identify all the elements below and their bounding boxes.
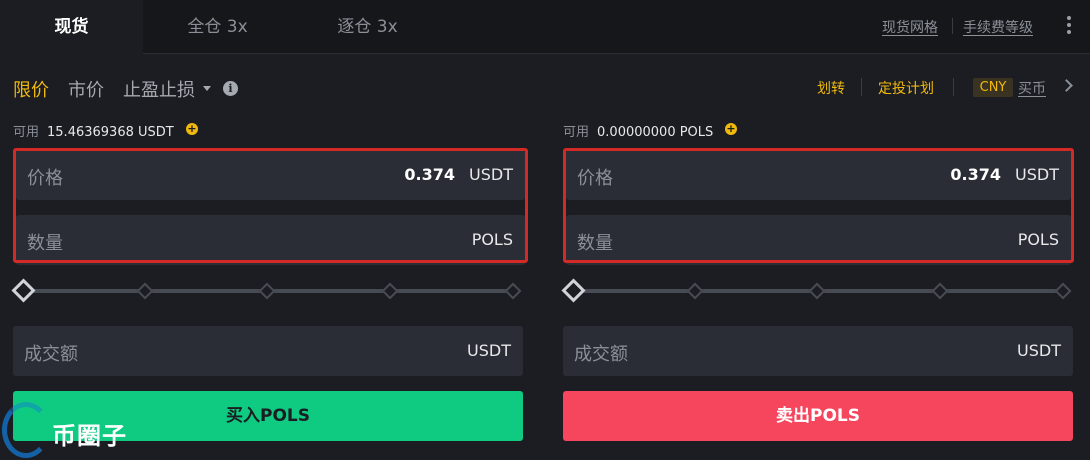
- divider: [953, 78, 954, 96]
- plus-icon[interactable]: +: [186, 123, 198, 135]
- watermark-text: 币圈子: [52, 422, 127, 450]
- price-value: 0.374: [950, 165, 1001, 184]
- buy-crypto-link[interactable]: 买币: [1018, 78, 1046, 98]
- amount-label: 数量: [577, 233, 613, 254]
- order-type-market[interactable]: 市价: [68, 76, 104, 102]
- total-label: 成交额: [574, 344, 628, 365]
- sell-price-input[interactable]: 价格 0.374 USDT: [566, 150, 1071, 200]
- sell-available: 可用 0.00000000 POLS: [563, 121, 713, 140]
- buy-available: 可用 15.46369368 USDT: [13, 121, 174, 140]
- spot-grid-link[interactable]: 现货网格: [882, 17, 938, 37]
- order-type-limit[interactable]: 限价: [13, 76, 49, 102]
- slider-stop-75[interactable]: [381, 282, 399, 300]
- divider: [952, 18, 953, 34]
- chevron-right-icon[interactable]: [1060, 79, 1073, 92]
- sell-total-input[interactable]: 成交额 USDT: [563, 326, 1073, 376]
- watermark-logo: 币圈子: [0, 400, 160, 460]
- slider-stop-50[interactable]: [808, 282, 826, 300]
- slider-stop-100[interactable]: [1054, 282, 1072, 300]
- price-label: 价格: [577, 168, 613, 189]
- more-vertical-icon[interactable]: [1062, 14, 1076, 38]
- tab-spot[interactable]: 现货: [0, 0, 143, 55]
- buy-amount-input[interactable]: 数量 POLS: [16, 215, 525, 265]
- spot-trade-panel: 现货 全仓 3x 逐仓 3x 现货网格 手续费等级 限价 市价 止盈止损 i 划…: [0, 0, 1090, 460]
- total-label: 成交额: [24, 344, 78, 365]
- slider-handle[interactable]: [561, 278, 586, 303]
- logo-arc-icon: [2, 402, 50, 458]
- slider-stop-25[interactable]: [136, 282, 154, 300]
- slider-handle[interactable]: [11, 278, 36, 303]
- slider-stop-100[interactable]: [504, 282, 522, 300]
- available-label: 可用: [563, 125, 590, 140]
- amount-unit: POLS: [1017, 230, 1059, 249]
- available-value: 0.00000000 POLS: [597, 125, 714, 140]
- price-unit: USDT: [469, 165, 513, 184]
- currency-badge: CNY: [973, 78, 1013, 97]
- divider: [861, 78, 862, 96]
- total-unit: USDT: [1017, 341, 1061, 360]
- sell-percent-slider[interactable]: [561, 278, 1073, 303]
- chevron-down-icon[interactable]: [203, 86, 211, 91]
- tab-isolated-margin[interactable]: 逐仓 3x: [300, 0, 435, 54]
- top-tab-bar: 现货 全仓 3x 逐仓 3x 现货网格 手续费等级: [0, 0, 1090, 55]
- available-label: 可用: [13, 125, 40, 140]
- price-unit: USDT: [1015, 165, 1059, 184]
- sell-button[interactable]: 卖出POLS: [563, 391, 1073, 441]
- price-value: 0.374: [404, 165, 455, 184]
- available-value: 15.46369368 USDT: [47, 125, 174, 140]
- transfer-link[interactable]: 划转: [817, 78, 845, 98]
- plus-icon[interactable]: +: [725, 123, 737, 135]
- slider-stop-50[interactable]: [258, 282, 276, 300]
- order-type-tp-sl[interactable]: 止盈止损: [123, 76, 195, 102]
- auto-invest-link[interactable]: 定投计划: [878, 78, 934, 98]
- fee-level-link[interactable]: 手续费等级: [963, 17, 1033, 37]
- buy-price-input[interactable]: 价格 0.374 USDT: [16, 150, 525, 200]
- amount-label: 数量: [27, 233, 63, 254]
- slider-stop-75[interactable]: [931, 282, 949, 300]
- sell-amount-input[interactable]: 数量 POLS: [566, 215, 1071, 265]
- slider-stop-25[interactable]: [686, 282, 704, 300]
- amount-unit: POLS: [471, 230, 513, 249]
- info-icon[interactable]: i: [223, 81, 238, 96]
- tab-cross-margin[interactable]: 全仓 3x: [150, 0, 285, 54]
- buy-total-input[interactable]: 成交额 USDT: [13, 326, 523, 376]
- total-unit: USDT: [467, 341, 511, 360]
- price-label: 价格: [27, 168, 63, 189]
- buy-percent-slider[interactable]: [11, 278, 523, 303]
